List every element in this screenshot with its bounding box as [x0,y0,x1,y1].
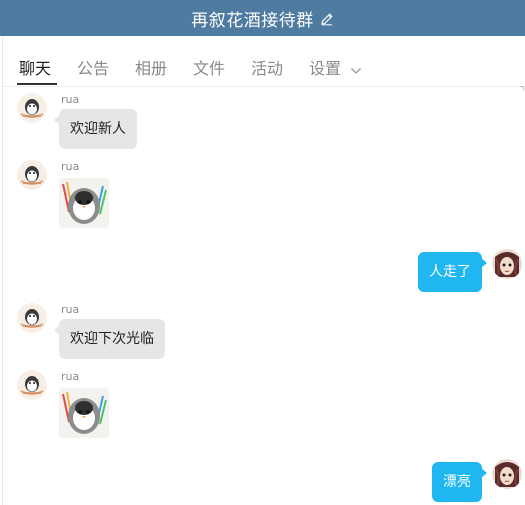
tab-album[interactable]: 相册 [135,55,167,79]
avatar[interactable] [17,370,47,400]
message-list: rua 欢迎新人 rua 人走了 rua 欢迎下次光临 rua 漂亮 [3,87,524,505]
avatar[interactable] [17,303,47,333]
message-bubble[interactable]: 欢迎新人 [54,109,137,149]
sender-name: rua [61,370,80,383]
tab-activity[interactable]: 活动 [251,55,283,79]
sender-name: rua [61,160,80,173]
tab-settings-label: 设置 [309,59,342,78]
sender-name: rua [61,303,80,316]
chat-window: 再叙花酒接待群 聊天 公告 相册 文件 活动 设置 rua 欢迎新人 rua 人… [0,0,525,505]
avatar[interactable] [492,459,522,489]
penguin-sticker[interactable] [59,388,109,438]
chat-panel: 聊天 公告 相册 文件 活动 设置 rua 欢迎新人 rua 人走了 rua 欢… [2,36,524,505]
active-tab-indicator [17,83,57,85]
avatar[interactable] [17,160,47,190]
group-title: 再叙花酒接待群 [191,10,314,31]
message-bubble[interactable]: 漂亮 [432,462,487,502]
message-bubble[interactable]: 人走了 [418,252,487,292]
tab-settings[interactable]: 设置 [309,55,362,79]
tab-chat[interactable]: 聊天 [19,55,51,79]
avatar[interactable] [17,93,47,123]
avatar[interactable] [492,249,522,279]
tab-bar: 聊天 公告 相册 文件 活动 设置 [3,36,524,87]
tab-announcement[interactable]: 公告 [77,55,109,79]
chevron-down-icon [350,60,362,79]
sender-name: rua [61,93,80,106]
penguin-sticker[interactable] [59,178,109,228]
message-bubble[interactable]: 欢迎下次光临 [54,319,165,359]
edit-icon[interactable] [320,11,334,26]
title-bar: 再叙花酒接待群 [0,0,525,36]
tab-files[interactable]: 文件 [193,55,225,79]
